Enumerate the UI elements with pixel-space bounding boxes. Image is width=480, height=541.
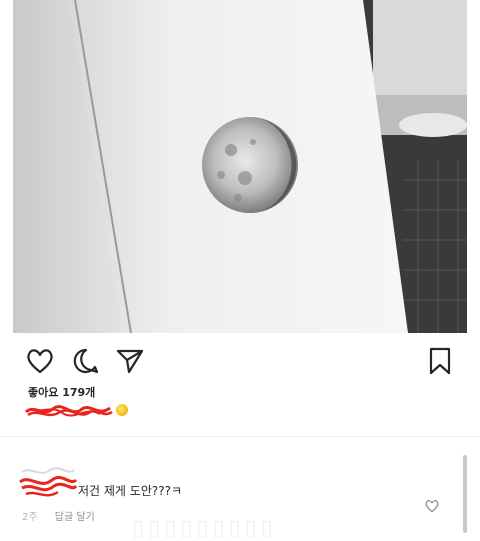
moon-drawing-image: [13, 0, 467, 333]
scrollbar[interactable]: [463, 455, 467, 533]
redaction-scribble: [24, 405, 113, 417]
background-ghost-text: ▯▯▯▯▯▯▯▯▯: [132, 516, 277, 541]
caption: [24, 400, 324, 422]
yellow-moon-emoji: [116, 404, 128, 416]
likes-count[interactable]: 좋아요 179개: [28, 384, 95, 400]
comment-text: 저건 제게 도안???ㅋ: [78, 484, 183, 498]
comment-bubble-icon[interactable]: [70, 345, 102, 377]
comment-item: ▯▯▯▯▯▯▯▯▯ 저건 제게 도안???ㅋ 2주 답글 달기: [0, 450, 480, 541]
reply-link[interactable]: 답글 달기: [55, 512, 95, 523]
bookmark-icon[interactable]: [424, 345, 456, 377]
comment-time: 2주: [22, 512, 38, 523]
redaction-scribble-avatar: [19, 467, 78, 497]
heart-outline-icon[interactable]: [424, 498, 440, 514]
paper-plane-icon[interactable]: [114, 345, 146, 377]
heart-outline-icon[interactable]: [24, 345, 56, 377]
post-photo[interactable]: [13, 0, 467, 333]
divider: [0, 436, 480, 437]
post-action-bar: [0, 333, 480, 389]
comment-meta: 2주 답글 달기: [22, 508, 95, 523]
